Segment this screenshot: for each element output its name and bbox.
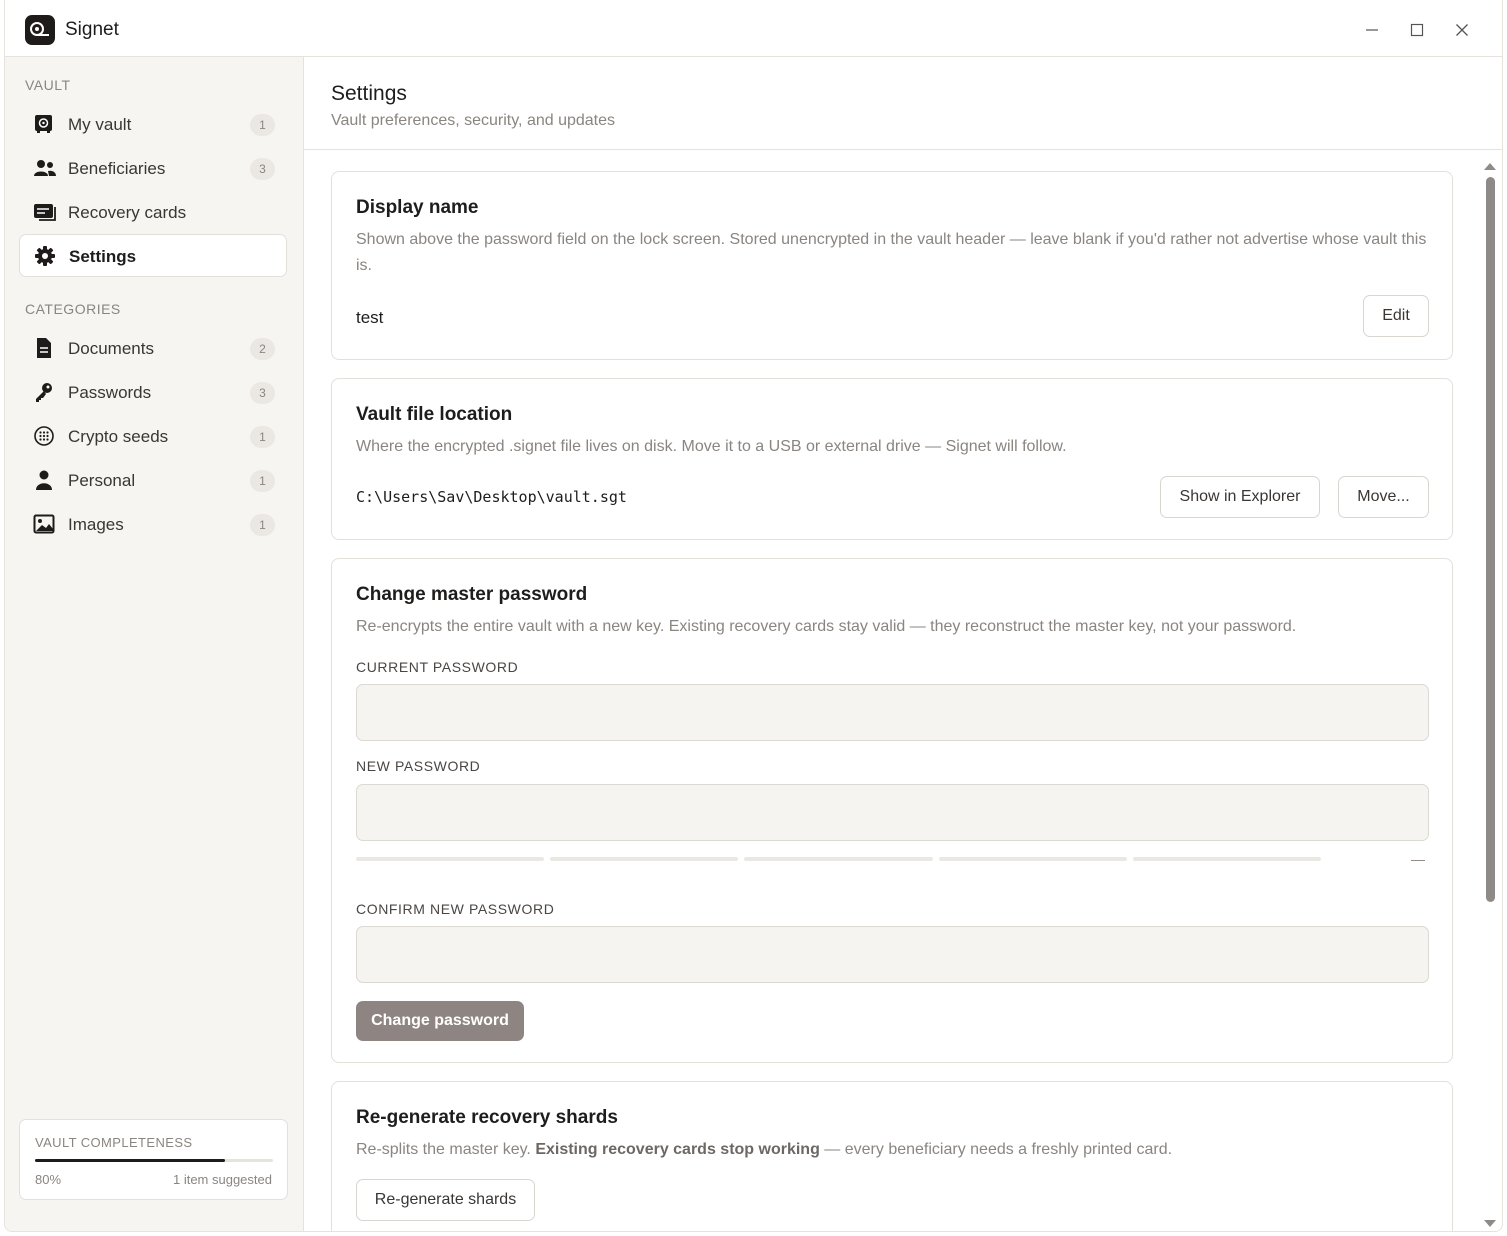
count-badge: 1 <box>250 514 275 536</box>
count-badge: 3 <box>250 382 275 404</box>
key-icon <box>33 381 55 403</box>
sidebar-item-personal[interactable]: Personal 1 <box>19 459 287 502</box>
display-name-card: Display name Shown above the password fi… <box>331 171 1453 360</box>
vault-path: C:\Users\Sav\Desktop\vault.sgt <box>356 488 627 506</box>
strength-segment <box>744 857 933 861</box>
section-label-vault: VAULT <box>25 77 71 93</box>
app-title: Signet <box>65 19 119 40</box>
display-name-value: test <box>356 308 384 327</box>
current-password-label: CURRENT PASSWORD <box>356 659 519 675</box>
sidebar-item-label: Passwords <box>68 383 152 402</box>
app-window: Signet VAULT My vault 1 Beneficiaries 3 <box>4 0 1503 1232</box>
sidebar-item-beneficiaries[interactable]: Beneficiaries 3 <box>19 147 287 190</box>
strength-segment <box>550 857 738 861</box>
change-password-button[interactable]: Change password <box>356 1001 524 1041</box>
sidebar-item-label: Images <box>68 515 124 534</box>
count-badge: 3 <box>250 158 275 180</box>
seed-grid-icon <box>33 425 55 447</box>
new-password-label: NEW PASSWORD <box>356 758 481 774</box>
cards-icon <box>33 201 56 223</box>
signet-logo-icon <box>25 15 55 45</box>
card-title: Display name <box>356 197 479 218</box>
safe-icon <box>33 113 55 135</box>
completeness-suggestion[interactable]: 1 item suggested <box>173 1172 272 1187</box>
card-description: Where the encrypted .signet file lives o… <box>356 438 1067 455</box>
sidebar-item-passwords[interactable]: Passwords 3 <box>19 371 287 414</box>
desc-text: — every beneficiary needs a freshly prin… <box>819 1141 1173 1158</box>
maximize-button[interactable] <box>1402 15 1432 45</box>
show-in-explorer-button[interactable]: Show in Explorer <box>1160 476 1320 518</box>
move-vault-button[interactable]: Move... <box>1338 476 1429 518</box>
change-password-card: Change master password Re-encrypts the e… <box>331 558 1453 1063</box>
card-title: Change master password <box>356 584 588 605</box>
count-badge: 2 <box>250 338 275 360</box>
sidebar-item-label: Documents <box>68 339 154 358</box>
count-badge: 1 <box>250 114 275 136</box>
card-description: Re-splits the master key. Existing recov… <box>356 1137 1428 1163</box>
sidebar-item-label: Recovery cards <box>68 203 187 222</box>
count-badge: 1 <box>250 470 275 492</box>
completeness-title: VAULT COMPLETENESS <box>35 1135 193 1150</box>
strength-segment <box>939 857 1127 861</box>
new-password-input[interactable] <box>356 784 1429 841</box>
edit-display-name-button[interactable]: Edit <box>1363 295 1429 337</box>
minimize-button[interactable] <box>1357 15 1387 45</box>
sidebar-item-label: Settings <box>69 247 137 266</box>
confirm-password-input[interactable] <box>356 926 1429 983</box>
card-description: Shown above the password field on the lo… <box>356 231 1427 274</box>
current-password-input[interactable] <box>356 684 1429 741</box>
sidebar: VAULT My vault 1 Beneficiaries 3 Recover… <box>5 57 304 1231</box>
gear-icon <box>34 245 56 267</box>
strength-text: — <box>1411 851 1425 867</box>
page-subtitle: Vault preferences, security, and updates <box>331 112 616 129</box>
completeness-progress-bar <box>35 1159 273 1162</box>
sidebar-item-recovery-cards[interactable]: Recovery cards <box>19 191 287 234</box>
card-title: Re-generate recovery shards <box>356 1107 618 1128</box>
page-header: Settings Vault preferences, security, an… <box>304 57 1502 150</box>
regenerate-shards-card: Re-generate recovery shards Re-splits th… <box>331 1081 1453 1231</box>
regenerate-shards-button[interactable]: Re-generate shards <box>356 1179 535 1221</box>
sidebar-item-my-vault[interactable]: My vault 1 <box>19 103 287 146</box>
scroll-up-arrow-icon[interactable] <box>1483 158 1497 170</box>
strength-segment <box>1133 857 1321 861</box>
sidebar-item-settings[interactable]: Settings <box>19 234 287 277</box>
people-icon <box>33 157 56 179</box>
scrollbar-thumb[interactable] <box>1486 177 1495 902</box>
card-description: Re-encrypts the entire vault with a new … <box>356 618 1297 635</box>
sidebar-item-label: Beneficiaries <box>68 159 166 178</box>
document-icon <box>33 337 55 359</box>
vault-location-card: Vault file location Where the encrypted … <box>331 378 1453 540</box>
page-title: Settings <box>331 82 407 105</box>
count-badge: 1 <box>250 426 275 448</box>
desc-warning: Existing recovery cards stop working <box>535 1141 820 1158</box>
sidebar-item-images[interactable]: Images 1 <box>19 503 287 546</box>
confirm-password-label: CONFIRM NEW PASSWORD <box>356 901 555 917</box>
vault-completeness-panel: VAULT COMPLETENESS 80% 1 item suggested <box>19 1119 288 1200</box>
sidebar-item-documents[interactable]: Documents 2 <box>19 327 287 370</box>
section-label-categories: CATEGORIES <box>25 301 121 317</box>
title-bar: Signet <box>5 0 1502 57</box>
desc-text: Re-splits the master key. <box>356 1141 536 1158</box>
person-icon <box>33 469 55 491</box>
strength-segment <box>356 857 544 861</box>
image-icon <box>33 513 55 535</box>
sidebar-item-label: Crypto seeds <box>68 427 169 446</box>
main-content: Settings Vault preferences, security, an… <box>304 57 1502 1231</box>
completeness-progress-fill <box>35 1159 226 1162</box>
sidebar-item-label: Personal <box>68 471 136 490</box>
close-button[interactable] <box>1447 15 1477 45</box>
sidebar-item-crypto-seeds[interactable]: Crypto seeds 1 <box>19 415 287 458</box>
completeness-percent: 80% <box>35 1172 62 1187</box>
card-title: Vault file location <box>356 404 513 425</box>
scroll-down-arrow-icon[interactable] <box>1483 1216 1497 1227</box>
sidebar-item-label: My vault <box>68 115 132 134</box>
